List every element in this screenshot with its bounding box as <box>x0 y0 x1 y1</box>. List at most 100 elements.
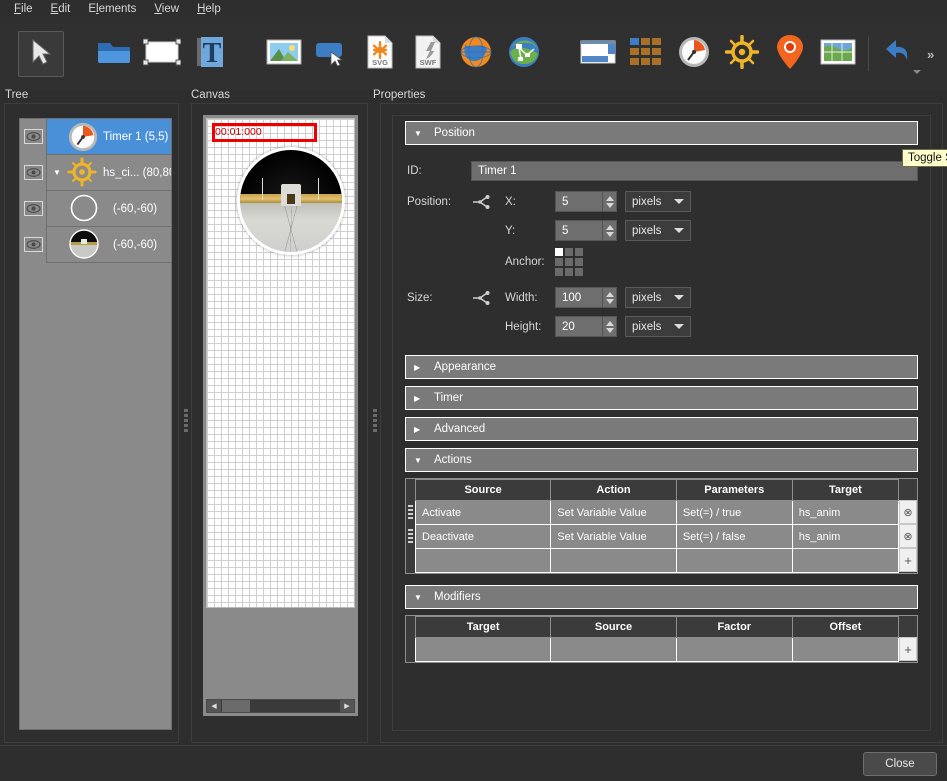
height-value[interactable]: 20 <box>556 321 602 333</box>
scroll-right-arrow[interactable]: ▶ <box>340 700 354 712</box>
anchor-cell-middle-center[interactable] <box>565 258 573 266</box>
anchor-cell-top-center[interactable] <box>565 248 573 256</box>
tool-text[interactable]: T <box>186 30 234 78</box>
canvas-stage[interactable]: 00:01:000 ◀ ▶ <box>203 115 358 716</box>
column-header-action[interactable]: Action <box>550 479 677 501</box>
table-row[interactable] <box>414 548 900 573</box>
x-spinner[interactable]: 5 <box>555 191 617 212</box>
tool-hotspot[interactable] <box>308 30 356 78</box>
id-input[interactable]: Timer 1 <box>471 161 918 181</box>
cell-target[interactable] <box>791 548 900 573</box>
table-row[interactable]: Deactivate Set Variable Value Set(=) / f… <box>414 524 900 549</box>
x-value[interactable]: 5 <box>556 196 602 208</box>
y-value[interactable]: 5 <box>556 225 602 237</box>
scrollbar-thumb[interactable] <box>222 700 250 712</box>
column-header-target[interactable]: Target <box>414 616 552 638</box>
row-drag-handle[interactable] <box>406 524 415 548</box>
section-header-actions[interactable]: ▼ Actions <box>405 448 918 472</box>
tool-svg[interactable]: SVG <box>356 30 404 78</box>
cell-target[interactable]: hs_anim <box>791 524 900 549</box>
row-drag-handle[interactable] <box>406 500 415 524</box>
cell-parameters[interactable]: Set(=) / true <box>675 500 793 525</box>
tree-expander[interactable]: ▼ <box>51 168 63 177</box>
x-stepper[interactable] <box>602 192 616 211</box>
visibility-toggle[interactable] <box>20 154 47 191</box>
section-header-position[interactable]: ▼ Position <box>405 121 918 145</box>
cell-action[interactable]: Set Variable Value <box>550 524 677 549</box>
cell-source[interactable]: Deactivate <box>414 524 552 549</box>
width-unit-select[interactable]: pixels <box>625 287 691 308</box>
tool-compass[interactable] <box>718 30 766 78</box>
column-header-factor[interactable]: Factor <box>675 616 793 638</box>
add-modifier-button[interactable]: + <box>899 637 917 661</box>
visibility-toggle[interactable] <box>20 190 47 227</box>
height-spinner[interactable]: 20 <box>555 316 617 337</box>
cell-factor[interactable] <box>675 637 793 662</box>
tool-map-thumbnail[interactable] <box>814 30 862 78</box>
section-header-advanced[interactable]: ▶ Advanced <box>405 417 918 441</box>
anchor-cell-bottom-left[interactable] <box>555 268 563 276</box>
y-unit-select[interactable]: pixels <box>625 220 691 241</box>
fisheye-image[interactable] <box>237 147 345 255</box>
width-spinner[interactable]: 100 <box>555 287 617 308</box>
menu-item-view[interactable]: View <box>145 1 188 17</box>
column-header-parameters[interactable]: Parameters <box>675 479 793 501</box>
canvas-document[interactable]: 00:01:000 <box>206 118 355 608</box>
anchor-cell-top-right[interactable] <box>575 248 583 256</box>
splitter-tree-canvas[interactable] <box>182 400 190 440</box>
tree-row[interactable]: Timer 1 (5,5) <box>20 118 171 155</box>
column-header-source[interactable]: Source <box>414 479 552 501</box>
cell-target[interactable] <box>414 637 552 662</box>
anchor-cell-bottom-right[interactable] <box>575 268 583 276</box>
cell-offset[interactable] <box>791 637 900 662</box>
cell-target[interactable]: hs_anim <box>791 500 900 525</box>
tool-select-arrow[interactable] <box>18 31 64 77</box>
anchor-cell-middle-left[interactable] <box>555 258 563 266</box>
close-button[interactable]: Close <box>863 752 937 776</box>
column-header-target[interactable]: Target <box>791 479 900 501</box>
menu-item-edit[interactable]: Edit <box>42 1 80 17</box>
width-value[interactable]: 100 <box>556 292 602 304</box>
add-action-button[interactable]: + <box>899 548 917 572</box>
toolbar-overflow-button[interactable]: » <box>923 47 938 62</box>
link-position-icon[interactable] <box>471 194 505 210</box>
cell-action[interactable]: Set Variable Value <box>550 500 677 525</box>
table-row[interactable] <box>414 637 900 662</box>
visibility-toggle[interactable] <box>20 226 47 263</box>
section-header-modifiers[interactable]: ▼ Modifiers <box>405 585 918 609</box>
tree-list[interactable]: Timer 1 (5,5) ▼ hs_ci... (80,80) <box>19 118 172 730</box>
tool-swf[interactable]: SWF <box>404 30 452 78</box>
cell-action[interactable] <box>550 548 677 573</box>
anchor-cell-bottom-center[interactable] <box>565 268 573 276</box>
column-header-offset[interactable]: Offset <box>791 616 900 638</box>
chevron-down-icon[interactable] <box>913 70 921 74</box>
cell-parameters[interactable]: Set(=) / false <box>675 524 793 549</box>
cell-source[interactable] <box>550 637 677 662</box>
height-stepper[interactable] <box>602 317 616 336</box>
tool-image[interactable] <box>260 30 308 78</box>
cell-parameters[interactable] <box>675 548 793 573</box>
tool-window[interactable] <box>574 30 622 78</box>
splitter-canvas-properties[interactable] <box>371 400 379 440</box>
scroll-left-arrow[interactable]: ◀ <box>207 700 221 712</box>
anchor-selector[interactable] <box>555 248 583 276</box>
tool-timer[interactable] <box>670 30 718 78</box>
remove-action-button[interactable]: ⊗ <box>899 524 917 548</box>
menu-item-elements[interactable]: Elements <box>79 1 145 17</box>
width-stepper[interactable] <box>602 288 616 307</box>
table-row[interactable]: Activate Set Variable Value Set(=) / tru… <box>414 500 900 525</box>
y-spinner[interactable]: 5 <box>555 220 617 241</box>
y-stepper[interactable] <box>602 221 616 240</box>
section-header-timer[interactable]: ▶ Timer <box>405 386 918 410</box>
menu-item-file[interactable]: File <box>5 1 42 17</box>
tree-row[interactable]: (-60,-60) <box>20 226 171 263</box>
cell-source[interactable]: Activate <box>414 500 552 525</box>
x-unit-select[interactable]: pixels <box>625 191 691 212</box>
tool-rectangle[interactable] <box>138 30 186 78</box>
anchor-cell-top-left[interactable] <box>555 248 563 256</box>
column-header-source[interactable]: Source <box>550 616 677 638</box>
canvas-horizontal-scrollbar[interactable]: ◀ ▶ <box>206 699 355 713</box>
tree-row[interactable]: (-60,-60) <box>20 190 171 227</box>
tool-undo[interactable] <box>875 30 923 78</box>
tool-grid[interactable] <box>622 30 670 78</box>
